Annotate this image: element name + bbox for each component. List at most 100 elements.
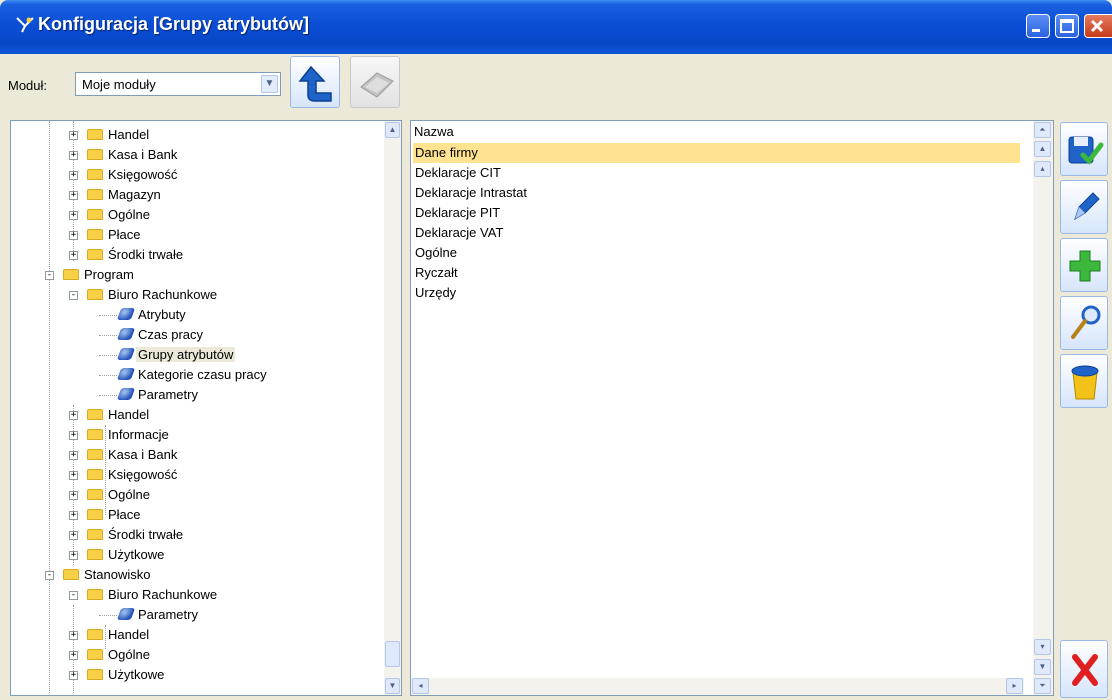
- list-vertical-scrollbar[interactable]: ⏶ ▲ ▴ ▾ ▼ ⏷: [1033, 121, 1053, 695]
- scroll-bottom-icon[interactable]: ⏷: [1034, 678, 1051, 694]
- expand-icon[interactable]: +: [69, 191, 78, 200]
- expand-icon[interactable]: +: [69, 631, 78, 640]
- tree-item[interactable]: Biuro Rachunkowe: [87, 585, 219, 605]
- tree-item[interactable]: Parametry: [116, 385, 200, 405]
- delete-button[interactable]: [1060, 354, 1108, 408]
- list-item[interactable]: Deklaracje PIT: [413, 203, 1020, 223]
- tree-item[interactable]: Program: [63, 265, 136, 285]
- tree-item[interactable]: Informacje: [87, 425, 171, 445]
- app-icon: [16, 17, 34, 33]
- edit-button[interactable]: [1060, 180, 1108, 234]
- tree-item[interactable]: Ogólne: [87, 485, 152, 505]
- collapse-icon[interactable]: -: [45, 571, 54, 580]
- collapse-icon[interactable]: -: [69, 291, 78, 300]
- expand-icon[interactable]: +: [69, 411, 78, 420]
- folder-icon: [87, 429, 103, 440]
- tree-item[interactable]: Ogólne: [87, 205, 152, 225]
- title-bar[interactable]: Konfiguracja [Grupy atrybutów]: [0, 0, 1112, 54]
- tree-vertical-scrollbar[interactable]: ▲ ▼: [384, 121, 401, 695]
- list-item[interactable]: Ogólne: [413, 243, 1020, 263]
- config-tree[interactable]: Handel + Kasa i Bank + Księgowość + Magazyn + Og…: [10, 120, 402, 696]
- expand-icon[interactable]: +: [69, 131, 78, 140]
- tree-item[interactable]: Środki trwałe: [87, 245, 185, 265]
- save-button[interactable]: [1060, 122, 1108, 176]
- tree-item[interactable]: Grupy atrybutów: [116, 345, 236, 365]
- list-item[interactable]: Deklaracje Intrastat: [413, 183, 1020, 203]
- go-up-button[interactable]: [290, 56, 340, 108]
- scroll-right-icon[interactable]: ▸: [1006, 678, 1023, 694]
- tree-item[interactable]: Handel: [87, 625, 151, 645]
- scroll-up-icon[interactable]: ▲: [385, 122, 400, 138]
- expand-icon[interactable]: +: [69, 551, 78, 560]
- attribute-groups-list[interactable]: Nazwa Dane firmy Deklaracje CIT Deklaracje…: [410, 120, 1054, 696]
- tree-item[interactable]: Użytkowe: [87, 545, 166, 565]
- tree-item[interactable]: Parametry: [116, 605, 200, 625]
- list-item[interactable]: Ryczałt: [413, 263, 1020, 283]
- tree-item[interactable]: Stanowisko: [63, 565, 152, 585]
- expand-icon[interactable]: +: [69, 251, 78, 260]
- tree-connector: [99, 335, 117, 336]
- list-item[interactable]: Deklaracje CIT: [413, 163, 1020, 183]
- modul-select[interactable]: Moje moduły ▼: [75, 72, 281, 96]
- expand-icon[interactable]: +: [69, 151, 78, 160]
- list-horizontal-scrollbar[interactable]: ◂ ▸: [411, 678, 1024, 695]
- maximize-button[interactable]: [1055, 14, 1079, 38]
- list-item[interactable]: Urzędy: [413, 283, 1020, 303]
- expand-icon[interactable]: +: [69, 471, 78, 480]
- tree-item[interactable]: Kategorie czasu pracy: [116, 365, 269, 385]
- expand-icon[interactable]: +: [69, 231, 78, 240]
- scroll-down-icon[interactable]: ▾: [1034, 639, 1051, 655]
- tree-item[interactable]: Płace: [87, 505, 143, 525]
- tree-item[interactable]: Środki trwałe: [87, 525, 185, 545]
- tree-scroll-thumb[interactable]: [385, 641, 400, 667]
- folder-icon: [87, 509, 103, 520]
- minimize-button[interactable]: [1026, 14, 1050, 38]
- column-header-nazwa[interactable]: Nazwa: [411, 121, 1021, 143]
- tree-item-label: Handel: [108, 407, 150, 422]
- scroll-top-icon[interactable]: ⏶: [1034, 122, 1051, 138]
- list-item[interactable]: Dane firmy: [413, 143, 1020, 163]
- tree-item[interactable]: Czas pracy: [116, 325, 205, 345]
- preview-button[interactable]: [1060, 296, 1108, 350]
- add-button[interactable]: [1060, 238, 1108, 292]
- tree-item[interactable]: Księgowość: [87, 165, 179, 185]
- folder-icon: [87, 289, 103, 300]
- expand-icon[interactable]: +: [69, 451, 78, 460]
- tree-item[interactable]: Płace: [87, 225, 143, 245]
- scroll-left-icon[interactable]: ◂: [412, 678, 429, 694]
- expand-icon[interactable]: +: [69, 511, 78, 520]
- close-button[interactable]: [1060, 640, 1108, 698]
- collapse-icon[interactable]: -: [45, 271, 54, 280]
- scroll-page-down-icon[interactable]: ▼: [1034, 659, 1051, 675]
- tree-item[interactable]: Handel: [87, 125, 151, 145]
- folder-icon: [87, 489, 103, 500]
- collapse-icon[interactable]: -: [69, 591, 78, 600]
- export-button[interactable]: [350, 56, 400, 108]
- chevron-down-icon[interactable]: ▼: [261, 75, 278, 93]
- expand-icon[interactable]: +: [69, 491, 78, 500]
- tree-connector: [99, 395, 117, 396]
- folder-icon: [87, 229, 103, 240]
- tree-item-label: Księgowość: [108, 467, 178, 482]
- tree-item[interactable]: Kasa i Bank: [87, 145, 179, 165]
- tree-item[interactable]: Biuro Rachunkowe: [87, 285, 219, 305]
- scroll-up-icon[interactable]: ▴: [1034, 161, 1051, 177]
- tree-item[interactable]: Atrybuty: [116, 305, 188, 325]
- tree-item[interactable]: Księgowość: [87, 465, 179, 485]
- tree-item[interactable]: Handel: [87, 405, 151, 425]
- expand-icon[interactable]: +: [69, 651, 78, 660]
- scroll-down-icon[interactable]: ▼: [385, 678, 400, 694]
- list-item[interactable]: Deklaracje VAT: [413, 223, 1020, 243]
- tree-item[interactable]: Kasa i Bank: [87, 445, 179, 465]
- tree-item[interactable]: Ogólne: [87, 645, 152, 665]
- expand-icon[interactable]: +: [69, 171, 78, 180]
- tree-item[interactable]: Magazyn: [87, 185, 163, 205]
- tree-item[interactable]: Użytkowe: [87, 665, 166, 685]
- expand-icon[interactable]: +: [69, 531, 78, 540]
- maximize-icon: [1060, 19, 1074, 33]
- close-window-button[interactable]: [1084, 14, 1112, 38]
- expand-icon[interactable]: +: [69, 671, 78, 680]
- expand-icon[interactable]: +: [69, 431, 78, 440]
- expand-icon[interactable]: +: [69, 211, 78, 220]
- scroll-page-up-icon[interactable]: ▲: [1034, 141, 1051, 157]
